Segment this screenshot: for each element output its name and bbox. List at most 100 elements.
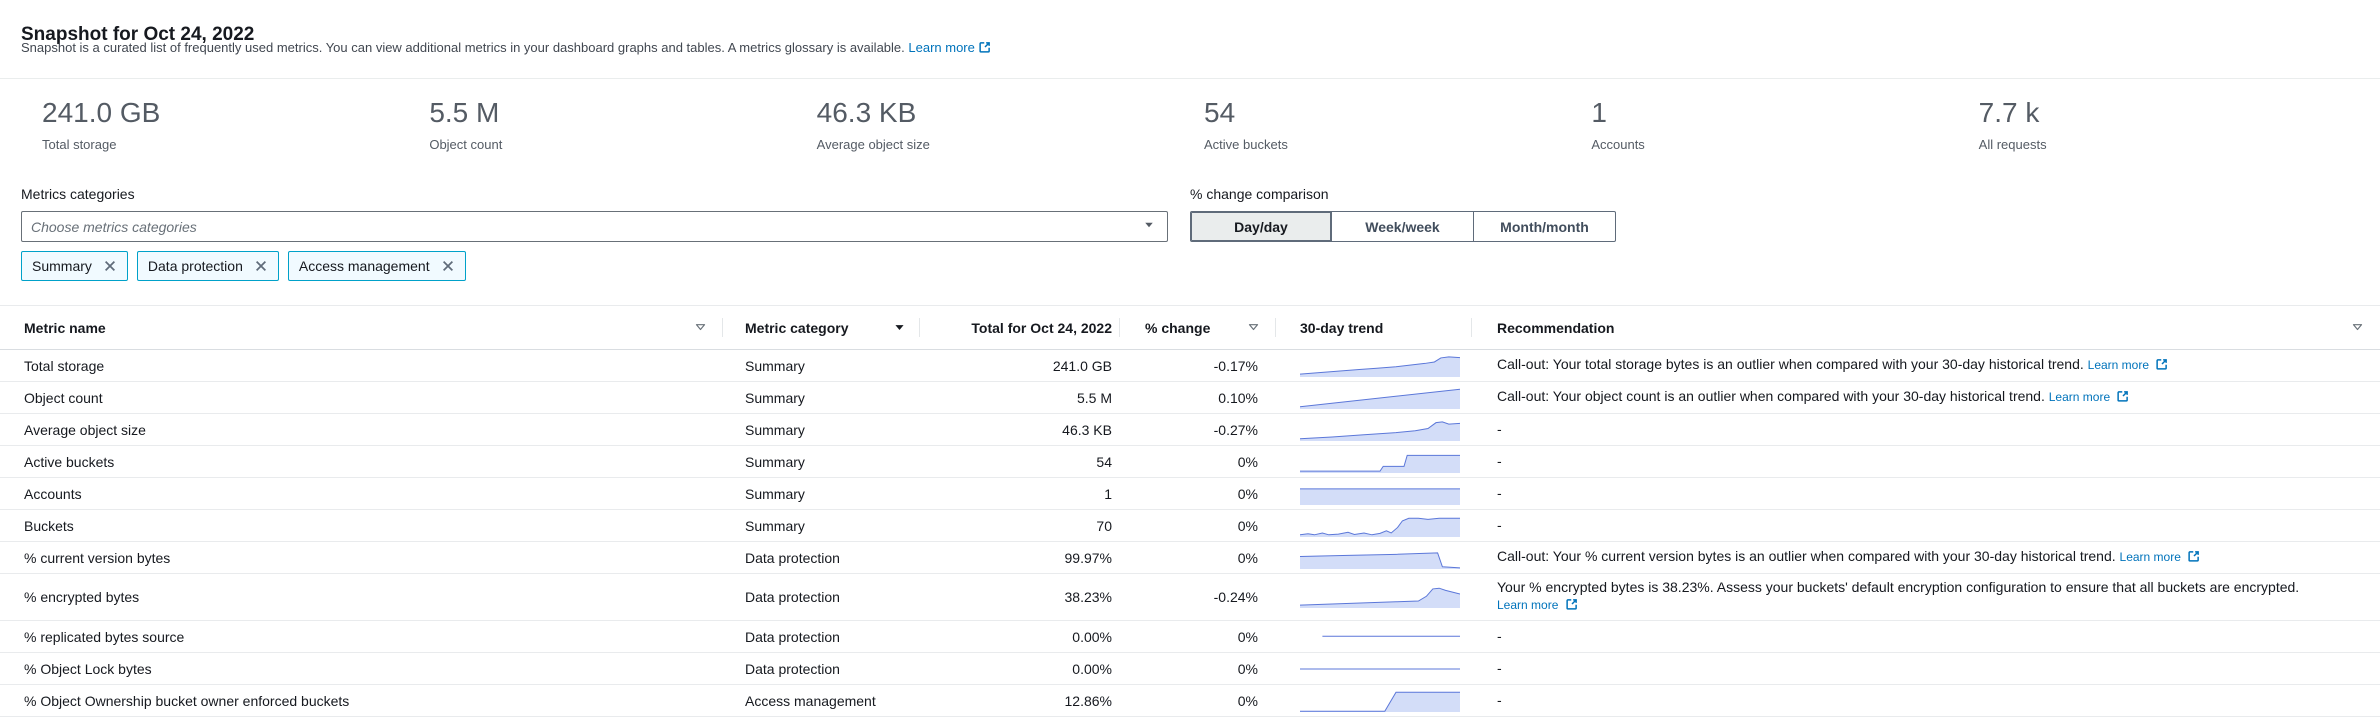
trend-cell	[1276, 510, 1472, 541]
change-cell: 0%	[1120, 621, 1276, 652]
stat-item: 46.3 KB Average object size	[817, 96, 1204, 152]
stat-value: 1	[1591, 96, 1978, 129]
filter-token: Data protection	[137, 251, 279, 281]
metric-category-cell: Access management	[723, 685, 920, 716]
trend-cell	[1276, 653, 1472, 684]
recommendation-cell: Call-out: Your object count is an outlie…	[1472, 382, 2380, 413]
total-cell: 99.97%	[920, 542, 1120, 573]
metrics-categories-label: Metrics categories	[21, 186, 135, 202]
total-cell: 0.00%	[920, 653, 1120, 684]
stat-value: 7.7 k	[1979, 96, 2366, 129]
filter-funnel-icon[interactable]	[1247, 321, 1260, 334]
recommendation-text: Call-out: Your total storage bytes is an…	[1497, 356, 2084, 372]
total-cell: 12.86%	[920, 685, 1120, 716]
external-link-icon	[2156, 358, 2168, 375]
table-row: % encrypted bytes Data protection 38.23%…	[0, 574, 2380, 621]
metric-category-cell: Data protection	[723, 653, 920, 684]
metric-name-cell: Buckets	[0, 510, 723, 541]
stat-value: 54	[1204, 96, 1591, 129]
comparison-segment-button[interactable]: Month/month	[1474, 211, 1616, 242]
trend-sparkline	[1300, 451, 1460, 473]
page-description: Snapshot is a curated list of frequently…	[21, 40, 991, 56]
stat-label: All requests	[1979, 137, 2366, 152]
learn-more-link[interactable]: Learn more	[2088, 358, 2169, 372]
recommendation-text: -	[1497, 692, 1502, 708]
recommendation-text: -	[1497, 485, 1502, 501]
metrics-categories-select[interactable]: Choose metrics categories	[21, 211, 1168, 242]
comparison-segment-button[interactable]: Day/day	[1190, 211, 1332, 242]
trend-sparkline	[1300, 419, 1460, 441]
trend-sparkline	[1300, 626, 1460, 648]
filter-token-label: Summary	[32, 258, 92, 274]
table-body: Total storage Summary 241.0 GB -0.17% Ca…	[0, 350, 2380, 717]
stat-item: 54 Active buckets	[1204, 96, 1591, 152]
total-cell: 241.0 GB	[920, 350, 1120, 381]
stat-item: 7.7 k All requests	[1979, 96, 2366, 152]
total-cell: 1	[920, 478, 1120, 509]
total-cell: 38.23%	[920, 574, 1120, 620]
filters-section: Metrics categories Choose metrics catego…	[0, 186, 2380, 296]
remove-token-icon[interactable]	[103, 259, 117, 273]
table-row: Active buckets Summary 54 0% -	[0, 446, 2380, 478]
trend-cell	[1276, 414, 1472, 445]
table-row: Buckets Summary 70 0% -	[0, 510, 2380, 542]
metrics-table: Metric name Metric category Total for Oc…	[0, 305, 2380, 717]
recommendation-cell: Your % encrypted bytes is 38.23%. Assess…	[1472, 574, 2380, 620]
column-header-metric-name: Metric name	[0, 306, 723, 349]
table-row: % Object Ownership bucket owner enforced…	[0, 685, 2380, 717]
recommendation-cell: -	[1472, 653, 2380, 684]
learn-more-link[interactable]: Learn more	[2049, 390, 2130, 404]
table-row: Accounts Summary 1 0% -	[0, 478, 2380, 510]
column-header-change: % change	[1120, 306, 1276, 349]
recommendation-cell: -	[1472, 685, 2380, 716]
change-cell: 0%	[1120, 510, 1276, 541]
change-cell: -0.27%	[1120, 414, 1276, 445]
recommendation-text: -	[1497, 660, 1502, 676]
total-cell: 54	[920, 446, 1120, 477]
recommendation-text: Call-out: Your % current version bytes i…	[1497, 548, 2116, 564]
remove-token-icon[interactable]	[441, 259, 455, 273]
caret-down-icon[interactable]	[893, 321, 906, 334]
trend-sparkline	[1300, 355, 1460, 377]
change-cell: 0%	[1120, 478, 1276, 509]
total-cell: 46.3 KB	[920, 414, 1120, 445]
metric-category-cell: Summary	[723, 382, 920, 413]
column-header-trend: 30-day trend	[1276, 306, 1472, 349]
trend-sparkline	[1300, 690, 1460, 712]
stat-label: Average object size	[817, 137, 1204, 152]
column-header-metric-category[interactable]: Metric category	[723, 306, 920, 349]
change-cell: 0%	[1120, 542, 1276, 573]
metric-name-cell: % current version bytes	[0, 542, 723, 573]
metric-name-cell: Accounts	[0, 478, 723, 509]
metric-category-cell: Summary	[723, 414, 920, 445]
column-header-recommendation: Recommendation	[1472, 306, 2380, 349]
page-description-text: Snapshot is a curated list of frequently…	[21, 40, 905, 55]
recommendation-text: -	[1497, 421, 1502, 437]
metric-name-cell: Object count	[0, 382, 723, 413]
filter-token-label: Access management	[299, 258, 430, 274]
comparison-segment-button[interactable]: Week/week	[1332, 211, 1474, 242]
learn-more-link[interactable]: Learn more	[1497, 598, 1578, 612]
filter-funnel-icon[interactable]	[694, 321, 707, 334]
stat-label: Total storage	[42, 137, 429, 152]
learn-more-link[interactable]: Learn more	[2120, 550, 2201, 564]
table-row: Object count Summary 5.5 M 0.10% Call-ou…	[0, 382, 2380, 414]
stat-item: 241.0 GB Total storage	[42, 96, 429, 152]
stats-row: 241.0 GB Total storage 5.5 M Object coun…	[42, 96, 2366, 152]
table-row: % replicated bytes source Data protectio…	[0, 621, 2380, 653]
external-link-icon	[2117, 390, 2129, 407]
recommendation-cell: Call-out: Your % current version bytes i…	[1472, 542, 2380, 573]
change-cell: -0.17%	[1120, 350, 1276, 381]
trend-sparkline	[1300, 387, 1460, 409]
learn-more-link[interactable]: Learn more	[908, 40, 990, 55]
remove-token-icon[interactable]	[254, 259, 268, 273]
table-row: % current version bytes Data protection …	[0, 542, 2380, 574]
comparison-label: % change comparison	[1190, 186, 1329, 202]
trend-cell	[1276, 542, 1472, 573]
external-link-icon	[1566, 598, 1578, 615]
filter-funnel-icon[interactable]	[2351, 321, 2364, 334]
trend-sparkline	[1300, 483, 1460, 505]
metric-category-cell: Summary	[723, 350, 920, 381]
trend-cell	[1276, 621, 1472, 652]
total-cell: 0.00%	[920, 621, 1120, 652]
